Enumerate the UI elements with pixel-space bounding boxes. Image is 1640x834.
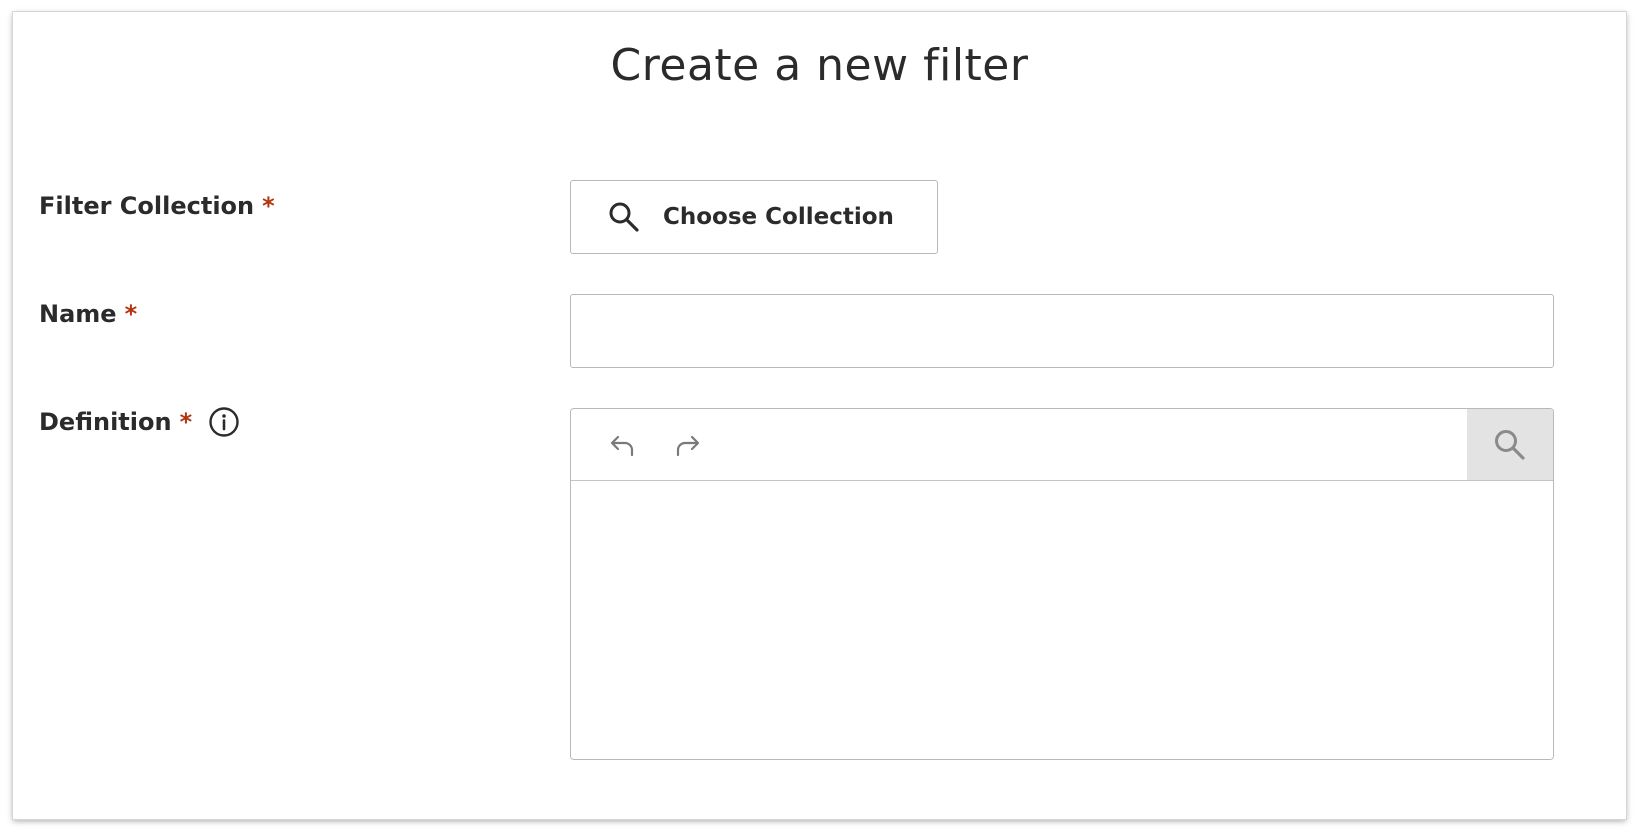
- filter-collection-label-text: Filter Collection: [39, 192, 255, 220]
- definition-editor: [570, 408, 1554, 760]
- dialog-title: Create a new filter: [610, 40, 1029, 91]
- redo-button[interactable]: [669, 427, 705, 463]
- name-label-text: Name: [39, 300, 117, 328]
- required-marker: *: [179, 408, 193, 436]
- info-icon[interactable]: [208, 406, 240, 438]
- redo-icon: [676, 435, 700, 457]
- definition-code-area[interactable]: [571, 481, 1553, 759]
- search-icon: [607, 200, 641, 234]
- required-marker: *: [124, 300, 138, 328]
- name-input[interactable]: [570, 294, 1554, 368]
- search-icon: [1495, 429, 1525, 460]
- definition-label-text: Definition: [39, 408, 172, 436]
- filter-collection-label: Filter Collection *: [39, 192, 275, 220]
- required-marker: *: [262, 192, 275, 220]
- choose-collection-label: Choose Collection: [663, 204, 894, 230]
- undo-button[interactable]: [605, 427, 641, 463]
- create-filter-dialog: Create a new filter Filter Collection * …: [13, 12, 1626, 819]
- name-label: Name *: [39, 300, 137, 328]
- undo-icon: [610, 435, 634, 457]
- editor-search-button[interactable]: [1467, 409, 1553, 480]
- choose-collection-button[interactable]: Choose Collection: [570, 180, 938, 254]
- editor-toolbar: [571, 409, 1553, 481]
- definition-label: Definition *: [39, 406, 240, 438]
